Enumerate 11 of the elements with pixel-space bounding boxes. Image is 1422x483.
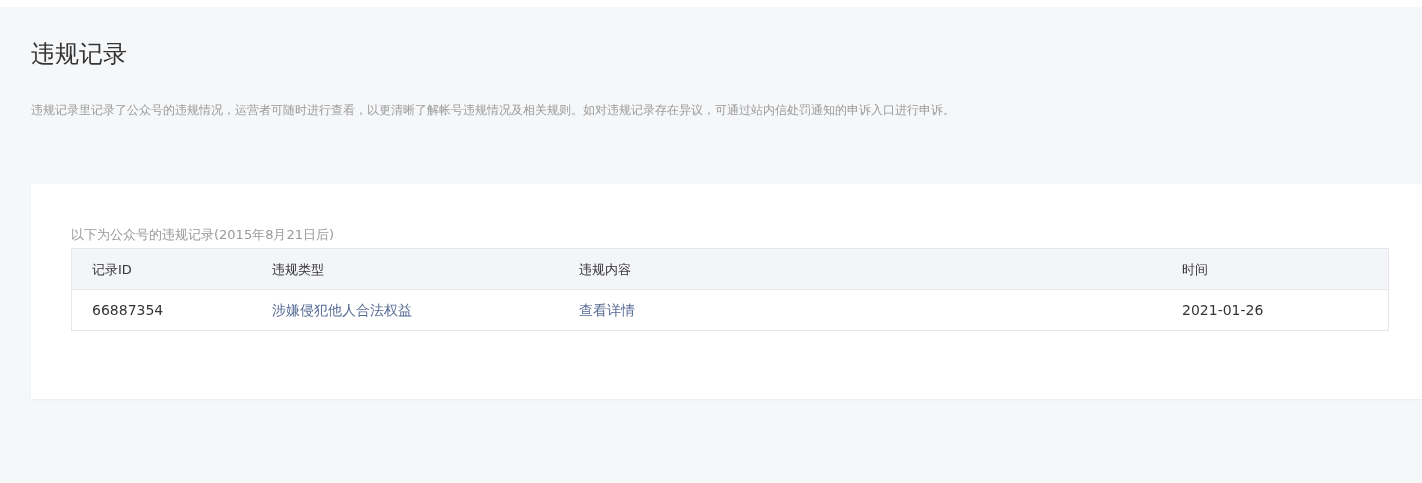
column-header: 违规内容	[579, 262, 631, 277]
records-caption: 以下为公众号的违规记录(2015年8月21日后)	[71, 226, 335, 244]
column-header: 时间	[1182, 262, 1208, 277]
table-link[interactable]: 涉嫌侵犯他人合法权益	[272, 302, 412, 318]
page-title: 违规记录	[31, 39, 127, 70]
column-header: 记录ID	[92, 262, 132, 277]
page-description: 违规记录里记录了公众号的违规情况，运营者可随时进行查看，以更清晰了解帐号违规情况及相关规则。如对违规记录存在异议，可通过站内信处罚通知的申诉入口进行申诉。	[31, 102, 955, 119]
table-cell: 66887354	[92, 302, 164, 318]
table-cell: 2021-01-26	[1182, 302, 1264, 318]
column-header: 违规类型	[272, 262, 324, 277]
table-link[interactable]: 查看详情	[579, 302, 635, 318]
